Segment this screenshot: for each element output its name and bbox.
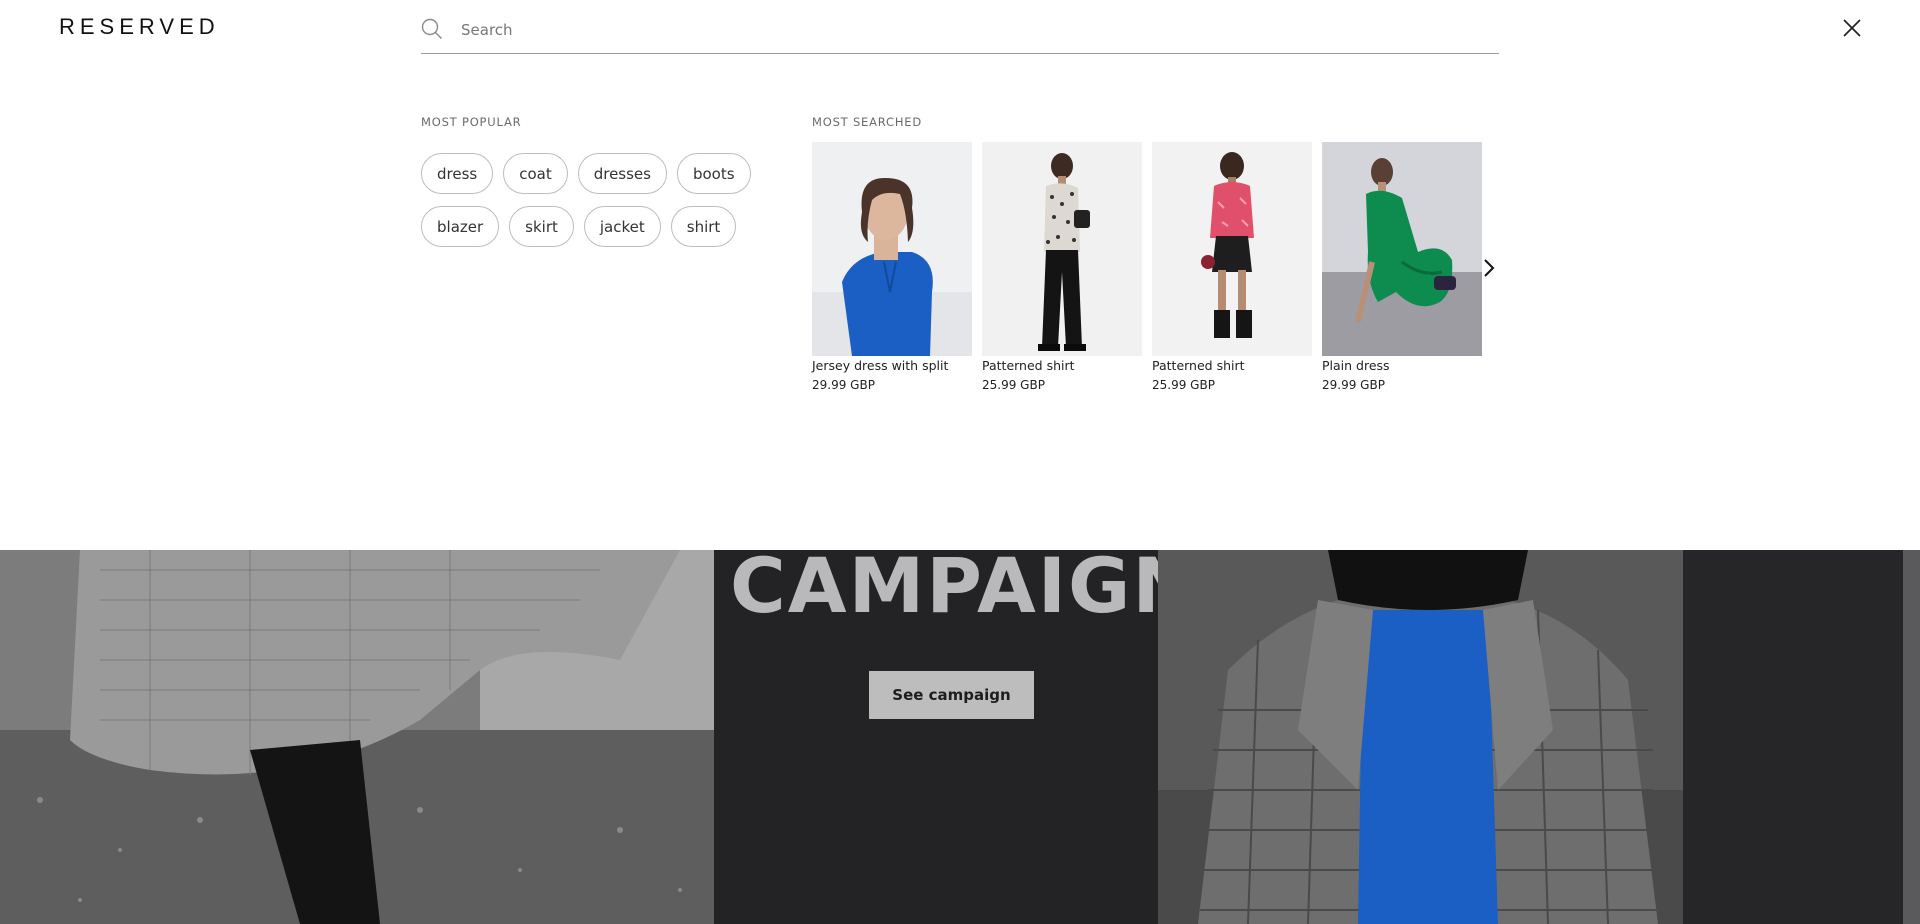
most-searched-title: MOST SEARCHED: [812, 115, 923, 129]
product-price: 29.99 GBP: [812, 378, 875, 392]
tag-jacket[interactable]: jacket: [583, 206, 661, 247]
tag-shirt[interactable]: shirt: [670, 206, 737, 247]
tag-boots[interactable]: boots: [676, 153, 751, 194]
search-bar: [421, 8, 1499, 54]
brand-logo[interactable]: RESERVED: [59, 14, 220, 40]
product-name[interactable]: Plain dress: [1322, 358, 1482, 373]
see-campaign-button[interactable]: See campaign: [869, 671, 1034, 719]
product-card[interactable]: Patterned shirt 25.99 GBP: [982, 142, 1142, 392]
product-image[interactable]: [812, 142, 972, 356]
search-input[interactable]: [461, 18, 1461, 42]
product-price: 25.99 GBP: [1152, 378, 1215, 392]
tag-dresses[interactable]: dresses: [577, 153, 667, 194]
campaign-side-panel: [1683, 550, 1903, 924]
campaign-edge: [1903, 550, 1920, 924]
most-popular-title: MOST POPULAR: [421, 115, 522, 129]
campaign-image-left: [0, 550, 714, 924]
product-image[interactable]: [1152, 142, 1312, 356]
tag-coat[interactable]: coat: [503, 153, 568, 194]
product-image[interactable]: [1322, 142, 1482, 356]
product-name[interactable]: Patterned shirt: [1152, 358, 1312, 373]
product-name[interactable]: Patterned shirt: [982, 358, 1142, 373]
product-price: 29.99 GBP: [1322, 378, 1385, 392]
close-icon[interactable]: [1842, 18, 1862, 38]
campaign-title: CAMPAIGN: [730, 550, 1199, 630]
search-icon: [421, 18, 442, 39]
popular-tags: dress coat dresses boots blazer skirt ja…: [421, 153, 761, 247]
product-price: 25.99 GBP: [982, 378, 1045, 392]
tag-skirt[interactable]: skirt: [509, 206, 574, 247]
campaign-banner: CAMPAIGN See campaign: [0, 550, 1920, 924]
product-image[interactable]: [982, 142, 1142, 356]
search-overlay: RESERVED MOST POPULAR MOST SEARCHED dres…: [0, 0, 1920, 550]
chevron-right-icon[interactable]: [1480, 256, 1498, 280]
tag-dress[interactable]: dress: [421, 153, 494, 194]
product-carousel: Jersey dress with split 29.99 GBP Patter…: [812, 142, 1482, 392]
tag-blazer[interactable]: blazer: [421, 206, 500, 247]
product-card[interactable]: Patterned shirt 25.99 GBP: [1152, 142, 1312, 392]
product-name[interactable]: Jersey dress with split: [812, 358, 972, 373]
product-card[interactable]: Plain dress 29.99 GBP: [1322, 142, 1482, 392]
product-card[interactable]: Jersey dress with split 29.99 GBP: [812, 142, 972, 392]
campaign-image-right: [1158, 550, 1683, 924]
